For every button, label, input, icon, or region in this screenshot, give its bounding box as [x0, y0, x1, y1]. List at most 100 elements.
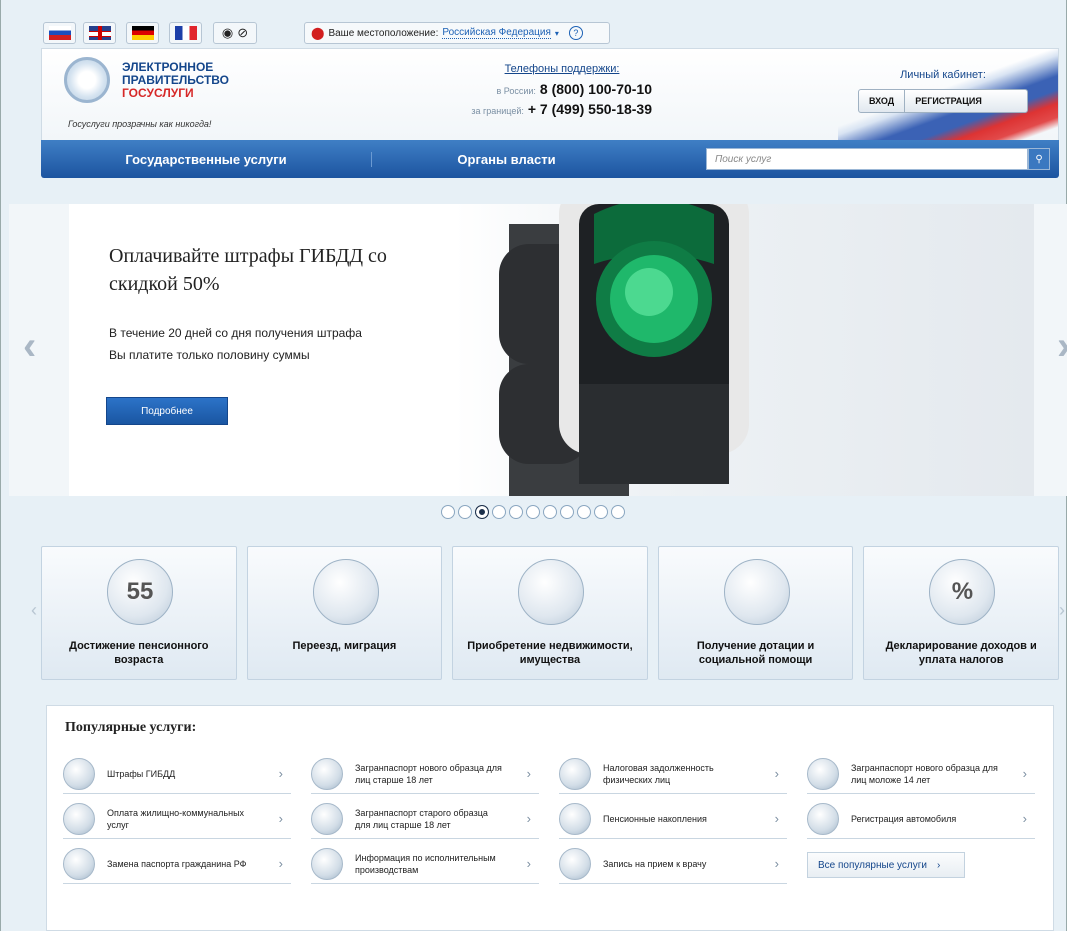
chevron-right-icon: ›: [278, 856, 283, 871]
site-logo-title[interactable]: ЭЛЕКТРОННОЕ ПРАВИТЕЛЬСТВО ГОСУСЛУГИ: [122, 61, 229, 100]
category-label: Приобретение недвижимости, имущества: [467, 640, 633, 666]
chevron-right-icon: ›: [526, 856, 531, 871]
slider-dot[interactable]: [492, 505, 506, 519]
slider-dot[interactable]: [594, 505, 608, 519]
chevron-right-icon: ›: [278, 811, 283, 826]
help-icon[interactable]: ?: [568, 26, 583, 40]
service-icon: [63, 802, 95, 835]
category-label: Получение дотации и социальной помощи: [696, 640, 815, 666]
search-input[interactable]: Поиск услуг: [706, 148, 1028, 170]
category-icon: 55: [107, 559, 173, 625]
service-icon: [559, 757, 591, 790]
chevron-down-icon: ▾: [554, 28, 559, 38]
popular-service-item[interactable]: Оплата жилищно-коммунальных услуг ›: [63, 799, 291, 839]
france-flag-icon: [174, 26, 197, 40]
germany-flag-icon: [131, 26, 154, 40]
service-icon: [63, 757, 95, 790]
nav-authorities[interactable]: Органы власти: [371, 151, 641, 167]
slider-next-arrow[interactable]: ›: [1057, 324, 1067, 369]
popular-service-item[interactable]: Запись на прием к врачу ›: [559, 844, 787, 884]
life-situation-categories: 55 Достижение пенсионного возраста Переезд…: [41, 546, 1059, 684]
service-label: Пенсионные накопления: [603, 813, 707, 824]
language-fr-button[interactable]: [169, 22, 202, 44]
popular-service-item[interactable]: Загранпаспорт нового образца для лиц мол…: [807, 754, 1035, 794]
language-ru-button[interactable]: [43, 22, 76, 44]
service-label: Загранпаспорт нового образца для лиц ста…: [355, 762, 502, 785]
support-title-link[interactable]: Телефоны поддержки:: [442, 63, 652, 75]
banner-subtitle-line-2: Вы платите только половину суммы: [109, 348, 310, 362]
popular-title: Популярные услуги:: [65, 720, 197, 735]
service-label: Штрафы ГИБДД: [107, 768, 176, 779]
location-label: Ваше местоположение:: [328, 27, 439, 39]
search-icon[interactable]: ⚲: [1028, 148, 1050, 170]
category-label: Декларирование доходов и уплата налогов: [885, 640, 1037, 666]
all-popular-wrapper: Все популярные услуги ›: [807, 844, 1055, 889]
chevron-right-icon: ›: [526, 811, 531, 826]
slider-dot[interactable]: [458, 505, 472, 519]
slider-dot[interactable]: [543, 505, 557, 519]
compass-icon[interactable]: ⊘: [237, 25, 248, 41]
slider-prev-arrow[interactable]: ‹: [23, 324, 36, 369]
banner-more-button[interactable]: Подробнее: [106, 397, 228, 425]
page-frame: ◉ ⊘ ⬤ Ваше местоположение: Российская Фе…: [0, 0, 1067, 931]
slider-dot[interactable]: [526, 505, 540, 519]
chevron-right-icon: ›: [774, 766, 779, 781]
popular-service-item[interactable]: Налоговая задолженность физических лиц ›: [559, 754, 787, 794]
popular-services: Популярные услуги: Штрафы ГИБДД › Загранпа…: [46, 705, 1054, 931]
all-popular-services-button[interactable]: Все популярные услуги ›: [807, 852, 965, 878]
service-icon: [63, 847, 95, 880]
popular-service-item[interactable]: Штрафы ГИБДД ›: [63, 754, 291, 794]
categories-prev-arrow[interactable]: ‹: [31, 600, 37, 621]
service-icon: [311, 847, 343, 880]
register-button[interactable]: РЕГИСТРАЦИЯ: [904, 90, 992, 112]
category-card[interactable]: Переезд, миграция: [246, 546, 443, 680]
location-dropdown[interactable]: Российская Федерация: [442, 27, 551, 39]
passport-icon: [312, 559, 379, 625]
popular-service-item[interactable]: Регистрация автомобиля ›: [807, 799, 1035, 839]
nav-government-services[interactable]: Государственные услуги: [41, 152, 371, 167]
banner-slide[interactable]: Оплачивайте штрафы ГИБДД со скидкой 50% …: [69, 204, 1034, 496]
map-pin-icon: ⬤: [311, 26, 325, 40]
traffic-light-image: [499, 204, 749, 496]
language-en-button[interactable]: [83, 22, 116, 44]
slider-dot[interactable]: [441, 505, 455, 519]
support-ru-label: в России:: [496, 86, 536, 96]
language-de-button[interactable]: [126, 22, 159, 44]
slider-dot[interactable]: [560, 505, 574, 519]
category-card[interactable]: Получение дотации и социальной помощи: [657, 546, 854, 680]
category-icon: %: [929, 559, 996, 625]
banner-slider: Оплачивайте штрафы ГИБДД со скидкой 50% …: [9, 204, 1067, 496]
service-icon: [807, 802, 839, 835]
service-label: Замена паспорта гражданина РФ: [107, 858, 247, 869]
popular-service-item[interactable]: Загранпаспорт нового образца для лиц ста…: [311, 754, 539, 794]
category-card[interactable]: % Декларирование доходов и уплата налогов: [863, 546, 1059, 680]
slogan: Госуслуги прозрачны как никогда!: [68, 119, 212, 129]
slider-pagination: [441, 505, 625, 519]
chevron-right-icon: ›: [937, 859, 941, 871]
popular-service-item[interactable]: Замена паспорта гражданина РФ ›: [63, 844, 291, 884]
popular-service-item[interactable]: Информация по исполнительным производств…: [311, 844, 539, 884]
gosuslugi-logo-icon[interactable]: [64, 57, 110, 103]
banner-subtitle-line-1: В течение 20 дней со дня получения штраф…: [109, 326, 362, 340]
slider-dot[interactable]: [611, 505, 625, 519]
category-label: Переезд, миграция: [292, 640, 397, 652]
lifebuoy-icon: [723, 559, 790, 625]
eye-icon[interactable]: ◉: [222, 25, 233, 41]
login-button[interactable]: ВХОД: [859, 90, 904, 112]
chevron-right-icon: ›: [774, 856, 779, 871]
service-label: Загранпаспорт нового образца для лиц мол…: [851, 762, 998, 785]
service-icon: [559, 847, 591, 880]
popular-service-item[interactable]: Загранпаспорт старого образца для лиц ст…: [311, 799, 539, 839]
slider-dot[interactable]: [577, 505, 591, 519]
chevron-right-icon: ›: [278, 766, 283, 781]
service-icon: [559, 802, 591, 835]
slider-dot[interactable]: [509, 505, 523, 519]
categories-next-arrow[interactable]: ›: [1059, 600, 1065, 621]
category-card[interactable]: Приобретение недвижимости, имущества: [452, 546, 648, 680]
header: ЭЛЕКТРОННОЕ ПРАВИТЕЛЬСТВО ГОСУСЛУГИ Госу…: [41, 48, 1059, 141]
service-icon: [311, 757, 343, 790]
popular-service-item[interactable]: Пенсионные накопления ›: [559, 799, 787, 839]
slider-dot[interactable]: [475, 505, 489, 519]
category-card[interactable]: 55 Достижение пенсионного возраста: [41, 546, 237, 680]
banner-subtitle: В течение 20 дней со дня получения штраф…: [109, 322, 439, 366]
